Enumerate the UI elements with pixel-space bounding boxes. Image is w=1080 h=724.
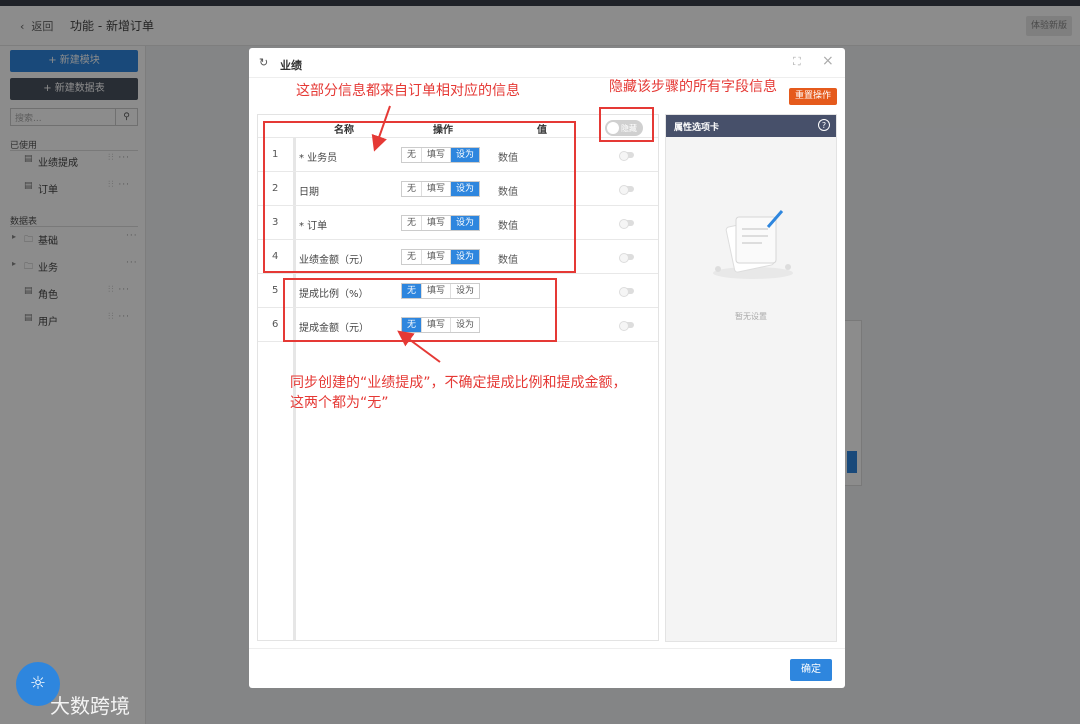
field-visibility-toggle[interactable] [619,253,634,263]
close-icon[interactable]: × [822,53,834,69]
annotation-top-note: 这部分信息都来自订单相对应的信息 [296,83,520,99]
watermark-text: 大数跨境 [50,694,130,718]
field-visibility-toggle[interactable] [619,219,634,229]
property-panel-header: 属性选项卡 ? [666,115,836,137]
field-visibility-toggle[interactable] [619,151,634,161]
reset-button[interactable]: 重置操作 [789,88,837,105]
annotation-bottom-note-1: 同步创建的“业绩提成”，不确定提成比例和提成金额， [290,375,627,391]
field-visibility-toggle[interactable] [619,287,634,297]
annotation-box-commission-fields [283,278,557,342]
property-panel: 属性选项卡 ? 暂无设置 [665,114,837,642]
field-visibility-toggle[interactable] [619,185,634,195]
field-visibility-toggle[interactable] [619,321,634,331]
annotation-box-hide-toggle [599,107,654,142]
annotation-bottom-note-2: 这两个都为“无” [290,395,389,411]
row-number: 6 [272,319,279,330]
annotation-hide-note: 隐藏该步骤的所有字段信息 [609,79,777,95]
help-icon[interactable]: ? [818,119,830,131]
modal-footer: 确定 [249,648,845,688]
refresh-icon[interactable]: ↻ [259,56,268,69]
property-panel-title: 属性选项卡 [674,123,720,133]
expand-icon[interactable]: ⛶ [793,55,801,69]
confirm-button[interactable]: 确定 [790,659,832,681]
empty-state-text: 暂无设置 [735,312,767,321]
modal-header: ↻ 业绩 ⛶ × [249,48,845,78]
empty-clipboard-icon [713,210,793,279]
annotation-box-order-fields [263,121,576,273]
modal-title: 业绩 [280,59,302,72]
row-number: 5 [272,285,279,296]
